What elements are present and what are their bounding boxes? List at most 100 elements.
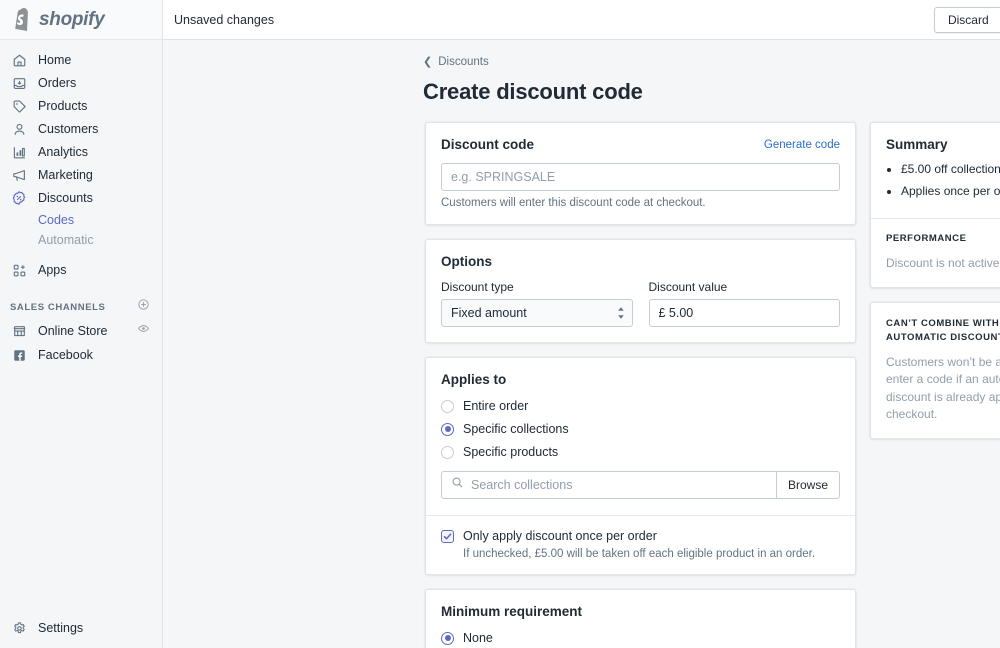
performance-title: Performance bbox=[886, 232, 1000, 246]
sidebar-item-label: Marketing bbox=[38, 168, 93, 182]
secondary-column: Summary £5.00 off collections Applies on… bbox=[870, 122, 1000, 648]
performance-text: Discount is not active yet. bbox=[886, 255, 1000, 272]
unsaved-changes-message: Unsaved changes bbox=[173, 13, 274, 27]
storefront-icon bbox=[10, 322, 28, 340]
radio-label: None bbox=[463, 631, 493, 645]
tag-icon bbox=[10, 97, 28, 115]
sales-channels-header: Sales channels bbox=[0, 295, 162, 319]
sidebar-item-analytics[interactable]: Analytics bbox=[0, 141, 162, 163]
sidebar-item-settings[interactable]: Settings bbox=[0, 616, 161, 640]
discount-code-card-header: Discount code Generate code bbox=[441, 137, 840, 152]
breadcrumb-label: Discounts bbox=[438, 56, 489, 68]
sidebar-item-label: Customers bbox=[38, 122, 98, 136]
radio-label: Specific collections bbox=[463, 422, 569, 436]
sidebar-subitem-automatic[interactable]: Automatic bbox=[0, 230, 162, 250]
sidebar-item-orders[interactable]: Orders bbox=[0, 72, 162, 94]
brand-logo[interactable]: shopify bbox=[0, 0, 162, 40]
summary-card-title: Summary bbox=[886, 137, 1000, 152]
options-card-title: Options bbox=[441, 254, 840, 269]
sidebar-item-label: Settings bbox=[38, 621, 83, 635]
sidebar-item-online-store[interactable]: Online Store bbox=[0, 319, 162, 343]
plus-circle-icon[interactable] bbox=[137, 298, 150, 316]
radio-label: Entire order bbox=[463, 399, 528, 413]
apps-grid-icon bbox=[10, 261, 28, 279]
sidebar-item-label: Home bbox=[38, 53, 71, 67]
discount-code-card: Discount code Generate code Customers wi… bbox=[425, 122, 856, 225]
sidebar-item-label: Apps bbox=[38, 263, 67, 277]
eye-icon[interactable] bbox=[137, 322, 150, 340]
sidebar-subitem-codes[interactable]: Codes bbox=[0, 210, 162, 230]
discount-value-input[interactable] bbox=[649, 299, 841, 327]
main-area: Unsaved changes Discard Save ❮ Discounts… bbox=[163, 0, 1000, 648]
sidebar-item-facebook[interactable]: Facebook bbox=[0, 343, 162, 367]
checkbox-indicator-checked bbox=[441, 530, 454, 543]
shopify-bag-icon bbox=[12, 8, 34, 32]
search-collections-box[interactable] bbox=[441, 471, 776, 499]
sidebar-item-apps[interactable]: Apps bbox=[0, 259, 162, 281]
discount-code-input[interactable] bbox=[441, 163, 840, 191]
sidebar-item-marketing[interactable]: Marketing bbox=[0, 164, 162, 186]
sidebar-item-label: Online Store bbox=[38, 324, 107, 338]
options-fields: Discount type Fixed amount bbox=[441, 280, 840, 327]
summary-card: Summary £5.00 off collections Applies on… bbox=[870, 122, 1000, 288]
sales-channels-title: Sales channels bbox=[10, 302, 106, 313]
context-bar: Unsaved changes Discard Save bbox=[163, 0, 1000, 40]
options-card: Options Discount type Fixed amount bbox=[425, 239, 856, 343]
discount-badge-icon bbox=[10, 189, 28, 207]
breadcrumb[interactable]: ❮ Discounts bbox=[163, 54, 1000, 70]
radio-indicator-selected bbox=[441, 423, 454, 436]
applies-to-card: Applies to Entire order Specific collect… bbox=[425, 357, 856, 575]
megaphone-icon bbox=[10, 166, 28, 184]
radio-minimum-none[interactable]: None bbox=[441, 631, 840, 645]
sidebar-item-label: Discounts bbox=[38, 191, 93, 205]
summary-bullet-list: £5.00 off collections Applies once per o… bbox=[886, 162, 1000, 199]
radio-specific-products[interactable]: Specific products bbox=[441, 445, 840, 459]
radio-entire-order[interactable]: Entire order bbox=[441, 399, 840, 413]
discount-code-card-title: Discount code bbox=[441, 137, 534, 152]
sidebar-item-label: Analytics bbox=[38, 145, 88, 159]
sidebar-item-discounts[interactable]: Discounts bbox=[0, 187, 162, 209]
context-bar-actions: Discard Save bbox=[934, 7, 1000, 33]
cannot-combine-card: Can’t combine with other automatic disco… bbox=[870, 302, 1000, 439]
list-item: £5.00 off collections bbox=[901, 162, 1000, 178]
discount-type-select[interactable]: Fixed amount bbox=[441, 299, 633, 327]
applies-to-card-title: Applies to bbox=[441, 372, 840, 387]
once-per-order-checkbox-row[interactable]: Only apply discount once per order bbox=[441, 529, 840, 543]
radio-specific-collections[interactable]: Specific collections bbox=[441, 422, 840, 436]
facebook-icon bbox=[10, 346, 28, 364]
discount-type-group: Discount type Fixed amount bbox=[441, 280, 633, 327]
discount-value-label: Discount value bbox=[649, 280, 841, 294]
radio-indicator-selected bbox=[441, 632, 454, 645]
chevron-left-icon: ❮ bbox=[423, 57, 432, 68]
discard-button[interactable]: Discard bbox=[934, 7, 1000, 33]
search-collections-input[interactable] bbox=[471, 478, 767, 492]
discount-code-helper: Customers will enter this discount code … bbox=[441, 197, 840, 209]
cannot-combine-text: Customers won’t be able to enter a code … bbox=[886, 354, 1000, 424]
sidebar-item-label: Facebook bbox=[38, 348, 93, 362]
sidebar: shopify Home Orders bbox=[0, 0, 163, 648]
sidebar-subitem-label: Codes bbox=[38, 213, 74, 227]
once-per-order-sublabel: If unchecked, £5.00 will be taken off ea… bbox=[463, 548, 840, 560]
discount-type-label: Discount type bbox=[441, 280, 633, 294]
radio-label: Specific products bbox=[463, 445, 558, 459]
page-columns: Discount code Generate code Customers wi… bbox=[163, 105, 1000, 648]
sidebar-subitem-label: Automatic bbox=[38, 233, 94, 247]
performance-section: Performance Discount is not active yet. bbox=[871, 219, 1000, 287]
sidebar-item-products[interactable]: Products bbox=[0, 95, 162, 117]
gear-icon bbox=[10, 619, 28, 637]
home-icon bbox=[10, 51, 28, 69]
cannot-combine-title: Can’t combine with other automatic disco… bbox=[886, 317, 1000, 345]
radio-indicator bbox=[441, 446, 454, 459]
browse-button[interactable]: Browse bbox=[776, 471, 840, 499]
sidebar-item-home[interactable]: Home bbox=[0, 49, 162, 71]
sidebar-item-customers[interactable]: Customers bbox=[0, 118, 162, 140]
collection-search-row: Browse bbox=[441, 471, 840, 499]
once-per-order-section: Only apply discount once per order If un… bbox=[426, 516, 855, 574]
once-per-order-label: Only apply discount once per order bbox=[463, 529, 657, 543]
page-title: Create discount code bbox=[163, 79, 1000, 105]
generate-code-link[interactable]: Generate code bbox=[764, 139, 840, 151]
app-root: shopify Home Orders bbox=[0, 0, 1000, 648]
brand-name: shopify bbox=[39, 9, 104, 31]
list-item: Applies once per order bbox=[901, 184, 1000, 200]
radio-indicator bbox=[441, 400, 454, 413]
